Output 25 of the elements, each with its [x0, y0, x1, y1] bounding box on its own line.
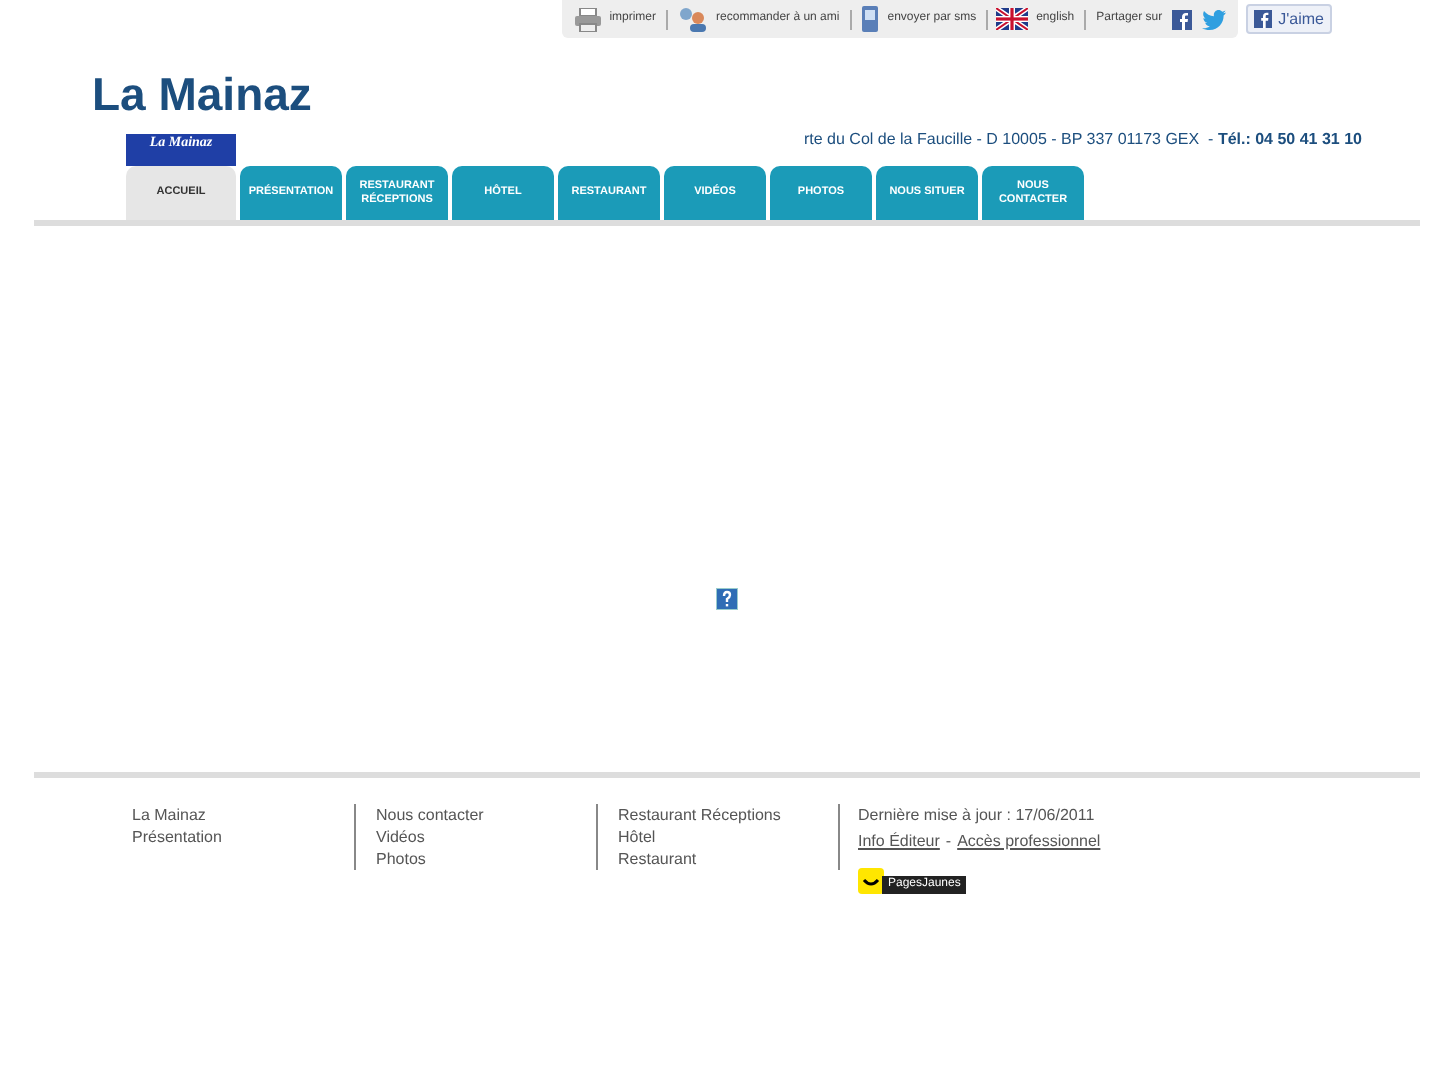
footer-link[interactable]: Hôtel: [618, 826, 656, 848]
footer-link[interactable]: Vidéos: [376, 826, 425, 848]
footer-link[interactable]: Photos: [376, 848, 426, 870]
smiley-icon: [858, 868, 884, 894]
separator: -: [945, 830, 952, 852]
like-button[interactable]: J'aime: [1246, 4, 1332, 34]
address-text: rte du Col de la Faucille - D 10005 - BP 337 01173 GEX -: [804, 128, 1216, 152]
twitter-icon[interactable]: [1202, 9, 1227, 29]
footer-link[interactable]: Restaurant Réceptions: [618, 804, 781, 826]
site-title: La Mainaz: [92, 68, 312, 120]
phone-icon: [859, 6, 880, 32]
footer-link[interactable]: Info Éditeur: [858, 830, 940, 852]
people-icon: [676, 6, 709, 32]
update-date: Dernière mise à jour : 17/06/2011: [858, 804, 1095, 826]
printer-icon: [573, 7, 602, 31]
help-icon: [716, 588, 738, 610]
footer-link[interactable]: Restaurant: [618, 848, 697, 870]
phone-text: Tél.: 04 50 41 31 10: [1217, 128, 1362, 152]
footer-link[interactable]: Nous contacter: [376, 804, 484, 826]
footer-link[interactable]: Présentation: [132, 826, 222, 848]
facebook-icon: [1254, 10, 1273, 28]
footer-link[interactable]: La Mainaz: [132, 804, 206, 826]
flag-icon: [996, 8, 1029, 30]
facebook-icon[interactable]: [1172, 9, 1193, 29]
footer-link[interactable]: Accès professionnel: [957, 830, 1101, 852]
